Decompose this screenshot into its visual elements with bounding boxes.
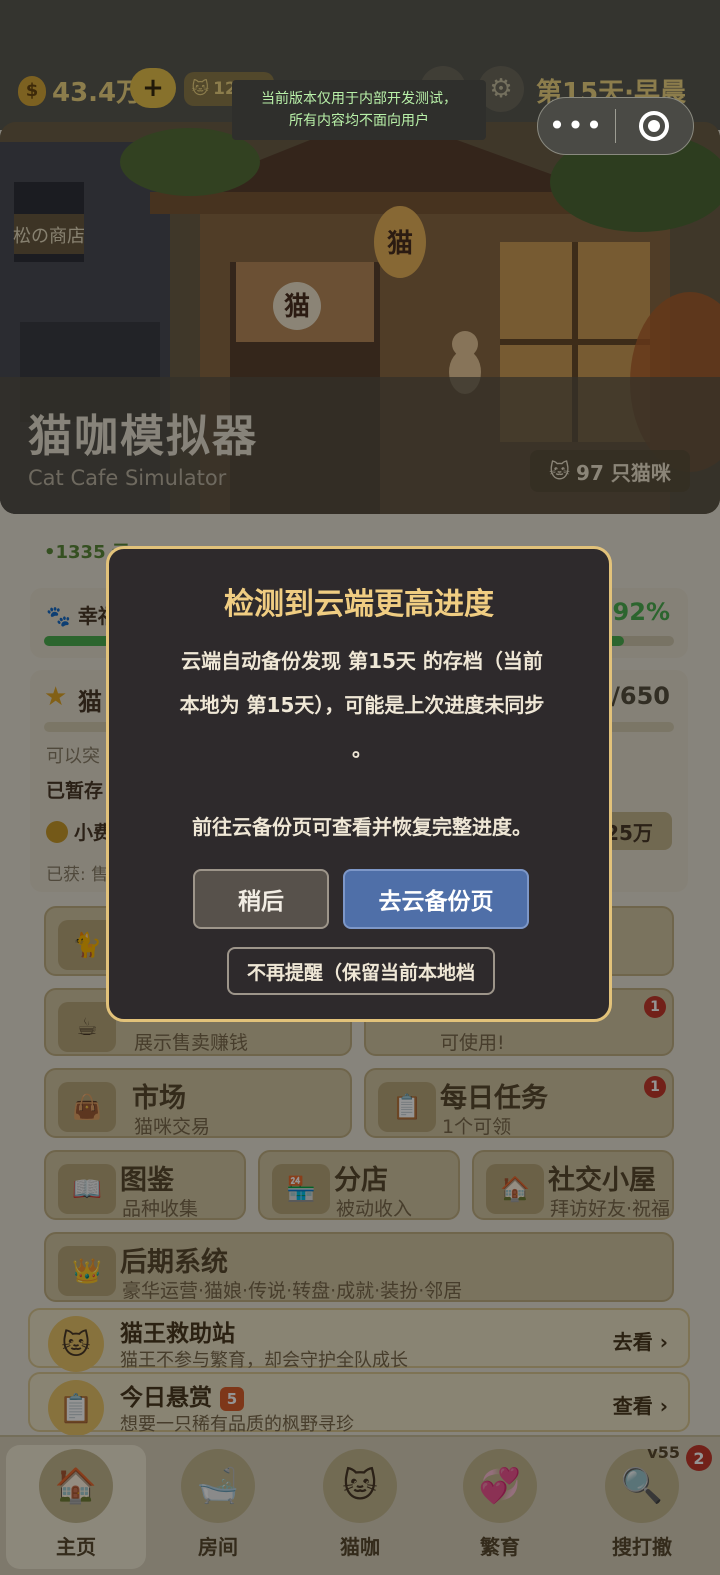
dialog-message: 云端自动备份发现 第15天 的存档（当前 本地为 第15天），可能是上次进度未同… — [133, 639, 591, 771]
close-button[interactable] — [616, 111, 693, 141]
go-cloud-backup-button[interactable]: 去云备份页 — [343, 869, 529, 929]
miniprogram-capsule: ••• — [537, 97, 694, 155]
dialog-hint: 前往云备份页可查看并恢复完整进度。 — [192, 815, 532, 839]
dialog-message-line3: 。 — [352, 737, 372, 761]
dont-remind-button[interactable]: 不再提醒（保留当前本地档 — [227, 947, 495, 995]
dev-notice-line1: 当前版本仅用于内部开发测试， — [261, 91, 457, 107]
dev-notice-line2: 所有内容均不面向用户 — [289, 113, 429, 129]
later-button[interactable]: 稍后 — [193, 869, 329, 929]
more-button[interactable]: ••• — [538, 112, 615, 140]
dialog-message-line1: 云端自动备份发现 第15天 的存档（当前 — [181, 649, 543, 673]
target-icon — [639, 111, 670, 141]
cloud-progress-dialog: 检测到云端更高进度 云端自动备份发现 第15天 的存档（当前 本地为 第15天）… — [106, 546, 612, 1022]
dev-notice: 当前版本仅用于内部开发测试， 所有内容均不面向用户 — [232, 80, 486, 140]
dialog-message-line2: 本地为 第15天），可能是上次进度未同步 — [179, 693, 545, 717]
dialog-title: 检测到云端更高进度 — [224, 587, 494, 622]
